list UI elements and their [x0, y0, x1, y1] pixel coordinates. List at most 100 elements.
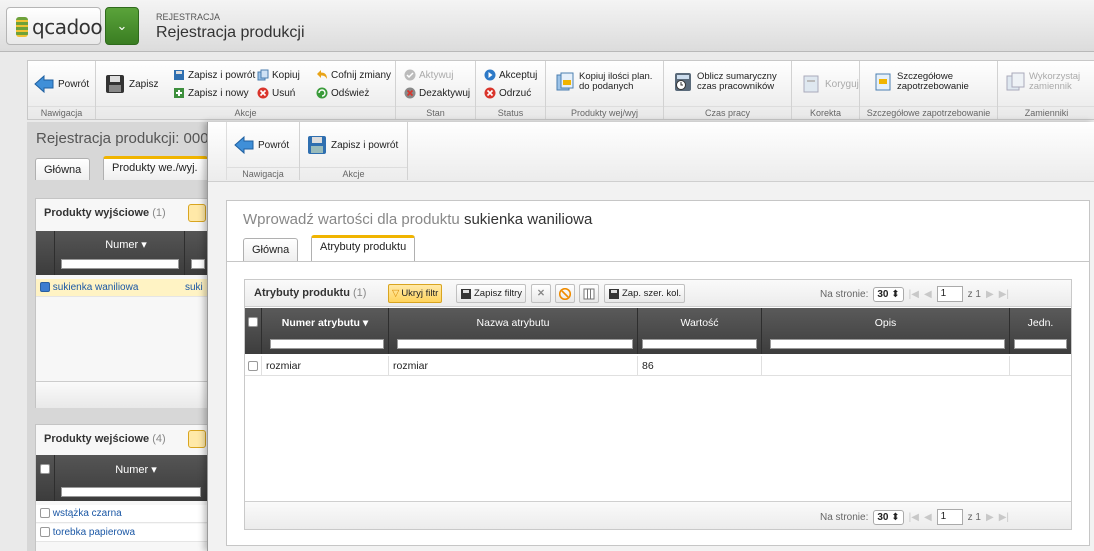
delete-label: Usuń [272, 87, 296, 99]
modal-save-back-button[interactable]: Zapisz i powrót [306, 134, 398, 156]
page-number-input[interactable]: 1 [936, 509, 963, 525]
select-all-checkbox[interactable] [40, 464, 50, 474]
output-number-filter[interactable] [61, 259, 179, 269]
per-page-select[interactable]: 30 ⬍ [873, 286, 904, 302]
first-page-icon[interactable]: |◀ [909, 289, 919, 300]
table-row[interactable]: rozmiar rozmiar 86 [245, 356, 1071, 376]
refresh-button[interactable]: Odśwież [316, 87, 369, 99]
menu-toggle-button[interactable]: ⌄ [105, 7, 139, 45]
row-checkbox[interactable] [40, 527, 50, 538]
use-replacement-button[interactable]: Wykorzystaj zamiennik [1004, 71, 1093, 93]
attribute-number-filter[interactable] [270, 339, 384, 349]
description-filter[interactable] [770, 339, 1005, 349]
calc-time-label: Oblicz sumaryczny czas pracowników [697, 71, 777, 92]
group-label: Czas pracy [664, 106, 791, 118]
deactivate-button[interactable]: Dezaktywuj [404, 87, 470, 99]
column-attribute-number[interactable]: Numer atrybutu ▾ [262, 308, 389, 354]
sort-down-icon: ▾ [362, 317, 369, 329]
attributes-grid-header-bar: Atrybuty produktu (1) ▽ Ukryj filtr Zapi… [245, 280, 1071, 307]
output-products-count: (1) [152, 207, 166, 219]
last-page-icon[interactable]: ▶| [999, 289, 1009, 300]
activate-icon [404, 69, 416, 81]
filter-toggle-icon[interactable] [188, 204, 206, 222]
input-number-column[interactable]: Numer ▾ [76, 463, 196, 476]
group-label: Akcje [300, 167, 407, 179]
select-all-checkbox[interactable] [248, 317, 258, 327]
input-products-title: Produkty wejściowe [44, 433, 150, 445]
column-value[interactable]: Wartość [638, 308, 762, 354]
undo-icon [317, 70, 327, 79]
filter-toggle-icon[interactable] [188, 430, 206, 448]
unit-filter[interactable] [1014, 339, 1067, 349]
delete-button[interactable]: Usuń [257, 87, 295, 99]
funnel-icon: ▽ [392, 288, 400, 299]
copy-planned-label: Kopiuj ilości plan. do podanych [579, 71, 653, 92]
group-label: Korekta [792, 106, 859, 118]
prev-page-icon[interactable]: ◀ [924, 289, 932, 300]
output-products-title: Produkty wyjściowe [44, 207, 150, 219]
input-products-panel: Produkty wejściowe (4) Numer ▾ wstążka c… [35, 424, 208, 551]
clear-filters-button[interactable]: ✕ [531, 284, 551, 303]
input-row[interactable]: wstążka czarna [36, 505, 207, 523]
reject-button[interactable]: Odrzuć [484, 87, 531, 99]
save-column-widths-button[interactable]: Zap. szer. kol. [604, 284, 686, 303]
copy-button[interactable]: Kopiuj [257, 69, 300, 81]
tab-main[interactable]: Główna [35, 158, 91, 180]
modal-back-button[interactable]: Powrót [233, 134, 289, 156]
output-name-filter[interactable] [191, 259, 205, 269]
back-button[interactable]: Powrót [33, 73, 89, 95]
cell-attribute-name: rozmiar [389, 356, 638, 376]
first-page-icon[interactable]: |◀ [909, 512, 919, 523]
next-page-icon[interactable]: ▶ [986, 289, 994, 300]
toolbar-group-actions: Zapisz Zapisz i powrót Zapisz i nowy Kop… [96, 61, 396, 119]
output-row-selected[interactable]: sukienka waniliowa suki [36, 279, 207, 297]
input-number-filter[interactable] [61, 487, 201, 497]
hide-filter-button[interactable]: ▽ Ukryj filtr [388, 284, 443, 303]
modal-tab-main[interactable]: Główna [243, 238, 299, 261]
qcadoo-logo[interactable]: qcadoo [6, 7, 103, 45]
reset-button[interactable] [555, 284, 575, 303]
column-description[interactable]: Opis [762, 308, 1010, 354]
save-filters-label: Zapisz filtry [474, 288, 523, 299]
prev-page-icon[interactable]: ◀ [924, 512, 932, 523]
columns-button[interactable] [579, 284, 599, 303]
page-number-input[interactable]: 1 [936, 286, 963, 302]
per-page-select[interactable]: 30 ⬍ [873, 509, 904, 525]
row-checkbox[interactable] [40, 508, 50, 519]
last-page-icon[interactable]: ▶| [999, 512, 1009, 523]
calc-time-button[interactable]: Oblicz sumaryczny czas pracowników [672, 71, 787, 93]
row-checkbox[interactable] [40, 282, 50, 293]
save-filters-button[interactable]: Zapisz filtry [456, 284, 527, 303]
column-attribute-name[interactable]: Nazwa atrybutu [389, 308, 638, 354]
attributes-modal: Powrót Nawigacja Zapisz i powrót Akcje W… [207, 122, 1094, 551]
document-copy-icon [556, 72, 574, 91]
correct-button[interactable]: Koryguj [800, 73, 859, 95]
value-filter[interactable] [642, 339, 757, 349]
group-label: Szczegółowe zapotrzebowanie [860, 106, 997, 118]
row-number: torebka papierowa [52, 527, 136, 538]
reject-label: Odrzuć [499, 87, 532, 99]
output-number-column[interactable]: Numer ▾ [66, 238, 186, 251]
toolbar-group-work-time: Oblicz sumaryczny czas pracowników Czas … [664, 61, 792, 119]
pager-bottom: Na stronie: 30 ⬍ |◀ ◀ 1 z 1 ▶ ▶| [820, 509, 1009, 525]
attribute-name-filter[interactable] [397, 339, 633, 349]
save-new-button[interactable]: Zapisz i nowy [173, 87, 249, 99]
row-checkbox[interactable] [248, 361, 258, 372]
tab-products-io[interactable]: Produkty we./wyj. [103, 156, 208, 180]
floppy-back-icon [308, 136, 326, 154]
column-unit[interactable]: Jedn. [1010, 308, 1071, 354]
accept-button[interactable]: Akceptuj [484, 69, 537, 81]
save-back-button[interactable]: Zapisz i powrót [173, 69, 255, 81]
floppy-new-icon [174, 88, 184, 98]
next-page-icon[interactable]: ▶ [986, 512, 994, 523]
activate-button[interactable]: Aktywuj [404, 69, 453, 81]
use-replacement-label: Wykorzystaj zamiennik [1029, 71, 1081, 92]
copy-planned-button[interactable]: Kopiuj ilości plan. do podanych [554, 71, 659, 93]
input-row[interactable]: torebka papierowa [36, 524, 207, 542]
modal-tab-attributes[interactable]: Atrybuty produktu [311, 235, 416, 261]
undo-button[interactable]: Cofnij zmiany [316, 69, 391, 81]
detailed-demand-button[interactable]: Szczegółowe zapotrzebowanie [872, 71, 975, 93]
group-label: Produkty wej/wyj [546, 106, 663, 118]
row-checkbox-cell [245, 356, 262, 376]
save-button[interactable]: Zapisz [104, 73, 158, 95]
